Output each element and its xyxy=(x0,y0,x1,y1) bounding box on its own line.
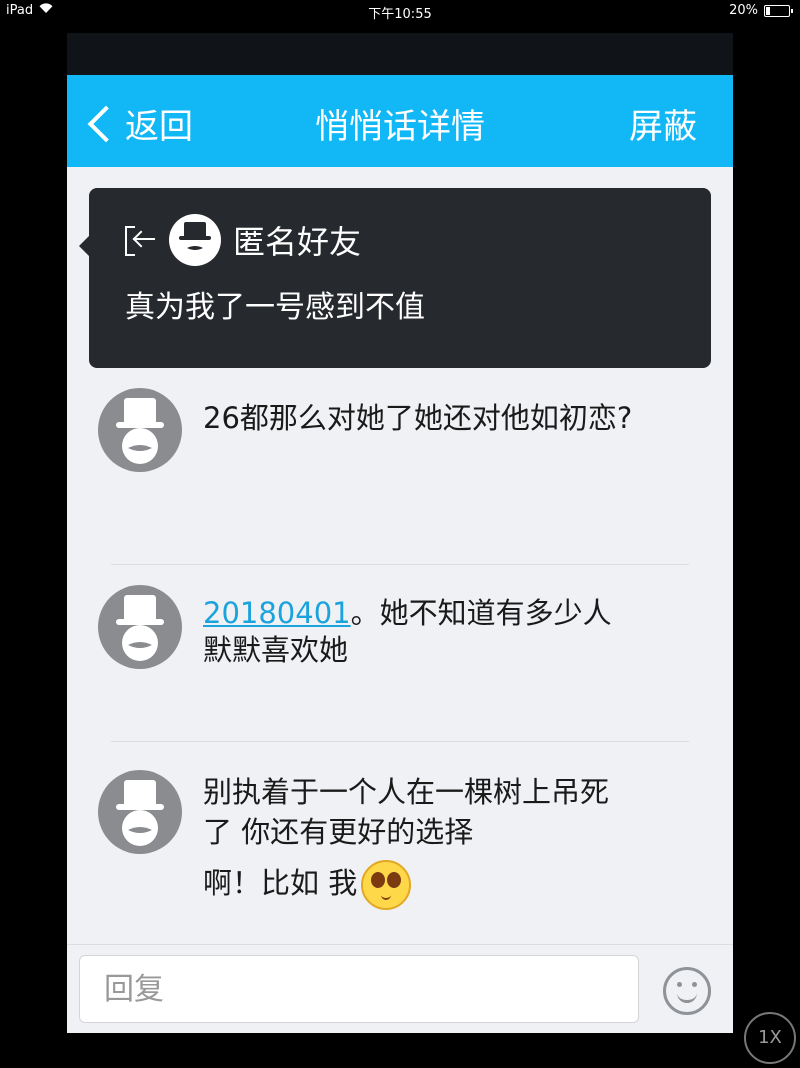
reply-input[interactable]: 回复 xyxy=(79,955,639,1023)
message-text-line2: 啊！比如 我 xyxy=(203,866,358,900)
popup-tail xyxy=(79,236,89,256)
battery-percent: 20% xyxy=(729,3,758,18)
avatar xyxy=(98,770,182,854)
popup-message: 真为我了一号感到不值 xyxy=(125,290,425,325)
reply-bar: 回复 xyxy=(67,944,733,1033)
status-time: 下午10:55 xyxy=(368,7,432,22)
block-button[interactable]: 屏蔽 xyxy=(629,99,697,148)
message-popup[interactable]: 匿名好友 真为我了一号感到不值 xyxy=(79,188,711,368)
avatar xyxy=(98,585,182,669)
list-item[interactable]: 别执着于一个人在一棵树上吊死了 你还有更好的选择 啊！比如 我 xyxy=(67,742,733,942)
anonymous-friend-name: 匿名好友 xyxy=(233,223,362,261)
message-text: 别执着于一个人在一棵树上吊死了 你还有更好的选择 啊！比如 我 xyxy=(203,772,633,910)
status-bar: iPad 下午10:55 20% xyxy=(0,0,800,22)
message-list: 26都那么对她了她还对他如初恋? 20180401。她不知道有多少人默默喜欢她 xyxy=(67,388,733,942)
exit-icon[interactable] xyxy=(125,224,157,256)
smiley-emoji-icon xyxy=(361,860,412,910)
app-screen: 返回 悄悄话详情 屏蔽 匿名好友 真为我了一号感到不值 26都那么对她了她还对他… xyxy=(67,33,733,1033)
list-item[interactable]: 26都那么对她了她还对他如初恋? xyxy=(67,388,733,565)
message-text-line1: 别执着于一个人在一棵树上吊死了 你还有更好的选择 xyxy=(203,775,610,849)
top-bar xyxy=(67,33,733,75)
nav-bar: 返回 悄悄话详情 屏蔽 xyxy=(67,75,733,167)
list-item[interactable]: 20180401。她不知道有多少人默默喜欢她 xyxy=(67,565,733,742)
emoji-button-icon[interactable] xyxy=(663,967,711,1015)
avatar xyxy=(169,214,221,266)
zoom-button[interactable]: 1X xyxy=(744,1012,796,1064)
message-text: 26都那么对她了她还对他如初恋? xyxy=(203,401,633,435)
battery-icon xyxy=(764,4,793,17)
number-link[interactable]: 20180401 xyxy=(203,596,351,630)
message-text: 20180401。她不知道有多少人默默喜欢她 xyxy=(203,595,633,669)
avatar xyxy=(98,388,182,472)
